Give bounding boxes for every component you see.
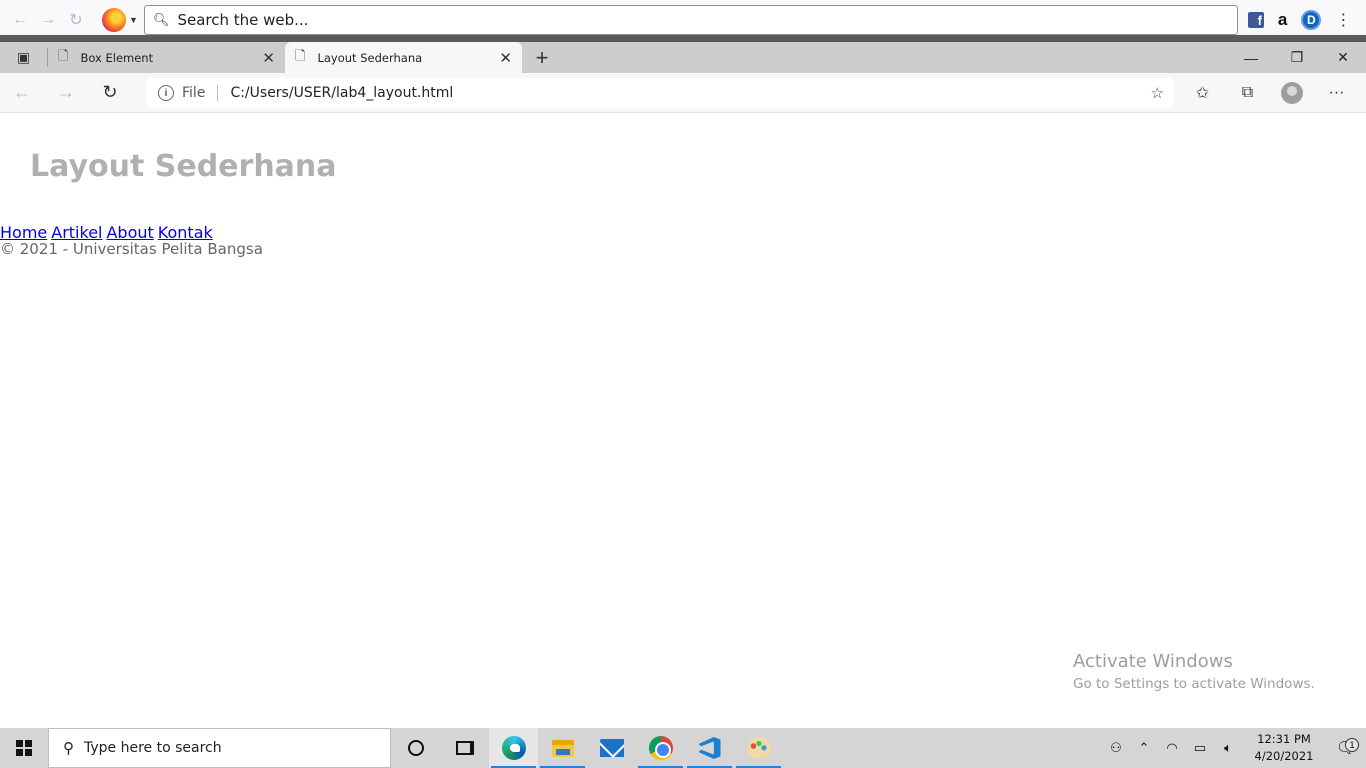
facebook-icon[interactable]: f xyxy=(1247,12,1264,28)
vscode-icon xyxy=(698,737,721,759)
favorites-icon[interactable]: ✩ xyxy=(1180,83,1225,103)
tab-layout-sederhana[interactable]: 🗋 Layout Sederhana ✕ xyxy=(285,42,522,73)
edge-taskbar-button[interactable] xyxy=(489,728,538,768)
refresh-icon[interactable]: ↻ xyxy=(88,82,132,103)
back-arrow-icon[interactable]: ← xyxy=(8,8,32,32)
activation-watermark: Activate Windows Go to Settings to activ… xyxy=(1073,651,1315,692)
chrome-taskbar-button[interactable] xyxy=(636,728,685,768)
tab-actions-icon[interactable]: ▣ xyxy=(0,48,48,67)
taskbar-apps xyxy=(391,728,783,768)
reload-icon[interactable]: ↻ xyxy=(64,8,88,32)
forward-arrow-icon[interactable]: → xyxy=(36,8,60,32)
tab-strip: ▣ 🗋 Box Element ✕ 🗋 Layout Sederhana ✕ +… xyxy=(0,42,1366,73)
clock-time: 12:31 PM xyxy=(1257,732,1311,746)
taskbar: ⚲ ⚇ ⌃ ◠ ▭ 🔈︎ 12:31 PM 4/20/2021 🗨︎1 xyxy=(0,728,1366,768)
notification-count-badge: 1 xyxy=(1345,738,1359,752)
amazon-icon[interactable]: a xyxy=(1278,10,1287,30)
add-favorite-icon[interactable]: ☆ xyxy=(1151,84,1164,102)
collections-icon[interactable]: ⧉ xyxy=(1225,84,1270,102)
paint-icon xyxy=(744,734,773,762)
taskbar-search[interactable]: ⚲ xyxy=(48,728,391,768)
people-icon[interactable]: ⚇ xyxy=(1104,740,1128,756)
paint-taskbar-button[interactable] xyxy=(734,728,783,768)
restore-icon[interactable]: ❐ xyxy=(1274,42,1320,73)
clock-date: 4/20/2021 xyxy=(1254,749,1314,763)
close-icon[interactable]: ✕ xyxy=(499,49,512,67)
mail-taskbar-button[interactable] xyxy=(587,728,636,768)
notification-center-icon[interactable]: 🗨︎1 xyxy=(1326,738,1366,758)
firefox-search-input[interactable] xyxy=(177,11,1078,29)
battery-icon[interactable]: ▭ xyxy=(1188,740,1212,756)
window-controls: — ❐ ✕ xyxy=(1228,42,1366,73)
forward-icon[interactable]: → xyxy=(44,82,88,103)
page-icon: 🗋 xyxy=(295,47,306,63)
window-divider xyxy=(0,35,1366,42)
tab-title: Box Element xyxy=(80,50,154,65)
volume-icon[interactable]: 🔈︎ xyxy=(1216,740,1240,756)
info-icon[interactable]: i xyxy=(158,85,174,101)
clock[interactable]: 12:31 PM 4/20/2021 xyxy=(1248,731,1320,765)
dashlane-icon[interactable]: D xyxy=(1301,10,1322,30)
tab-title: Layout Sederhana xyxy=(317,50,423,65)
close-icon[interactable]: ✕ xyxy=(262,49,275,67)
start-button[interactable] xyxy=(0,728,48,768)
firefox-toolbar: ← → ↻ ▼ 🔍︎ f a D ⋮ xyxy=(0,0,1366,40)
vscode-taskbar-button[interactable] xyxy=(685,728,734,768)
windows-logo-icon xyxy=(16,740,32,756)
watermark-title: Activate Windows xyxy=(1073,651,1233,672)
browser-actions: ✩ ⧉ ··· xyxy=(1180,73,1359,113)
more-vertical-icon[interactable]: ⋮ xyxy=(1335,10,1351,30)
extensions: f a D ⋮ xyxy=(1247,10,1351,30)
file-explorer-icon xyxy=(551,739,574,757)
page-footer: © 2021 - Universitas Pelita Bangsa xyxy=(0,240,263,258)
cortana-button[interactable] xyxy=(391,728,440,768)
edge-icon xyxy=(501,736,526,760)
taskbar-search-input[interactable] xyxy=(84,740,364,756)
task-view-button[interactable] xyxy=(440,728,489,768)
url-text[interactable]: C:/Users/USER/lab4_layout.html xyxy=(230,85,453,101)
wifi-icon[interactable]: ◠ xyxy=(1160,740,1184,756)
firefox-logo-icon[interactable] xyxy=(102,8,126,32)
close-window-icon[interactable]: ✕ xyxy=(1320,42,1366,73)
address-bar: ← → ↻ i File C:/Users/USER/lab4_layout.h… xyxy=(0,73,1366,113)
url-scheme: File xyxy=(182,85,219,101)
explorer-taskbar-button[interactable] xyxy=(538,728,587,768)
url-field[interactable]: i File C:/Users/USER/lab4_layout.html ☆ xyxy=(146,78,1174,108)
task-view-icon xyxy=(455,741,474,755)
chrome-icon xyxy=(648,736,673,760)
firefox-search-box[interactable]: 🔍︎ xyxy=(143,5,1238,35)
new-tab-icon[interactable]: + xyxy=(522,42,562,73)
search-icon: 🔍︎ xyxy=(152,12,170,27)
search-icon: ⚲ xyxy=(63,740,74,757)
watermark-subtitle: Go to Settings to activate Windows. xyxy=(1073,676,1315,692)
mail-icon xyxy=(599,739,624,757)
page-icon: 🗋 xyxy=(58,47,69,63)
back-icon[interactable]: ← xyxy=(0,82,44,103)
firefox-nav: ← → ↻ xyxy=(0,8,88,32)
chevron-up-icon[interactable]: ⌃ xyxy=(1132,740,1156,756)
system-tray: ⚇ ⌃ ◠ ▭ 🔈︎ 12:31 PM 4/20/2021 🗨︎1 xyxy=(1102,728,1366,768)
profile-avatar-icon[interactable] xyxy=(1281,82,1303,104)
tab-box-element[interactable]: 🗋 Box Element ✕ xyxy=(48,42,285,73)
page-content: Layout Sederhana Home Artikel About Kontak … xyxy=(0,113,1366,728)
minimize-icon[interactable]: — xyxy=(1228,42,1274,73)
more-icon[interactable]: ··· xyxy=(1314,84,1359,102)
page-heading: Layout Sederhana xyxy=(30,149,337,184)
chevron-down-icon[interactable]: ▼ xyxy=(129,15,138,25)
cortana-icon xyxy=(407,740,424,756)
